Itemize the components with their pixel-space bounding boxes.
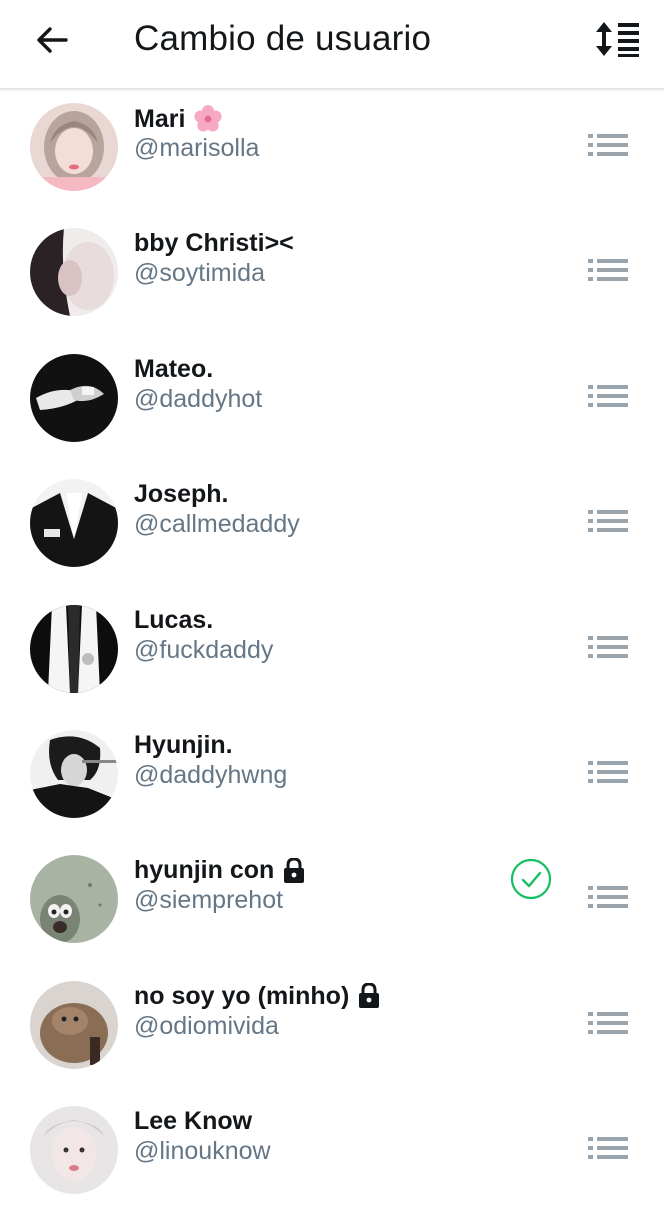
drag-list-icon (588, 1137, 628, 1160)
drag-list-icon (588, 259, 628, 282)
drag-list-icon (588, 384, 628, 407)
back-button[interactable] (28, 18, 76, 62)
drag-list-icon (588, 886, 628, 909)
account-row[interactable]: no soy yo (minho) @odiomivida (0, 968, 664, 1093)
account-row[interactable]: Mari @marisolla (0, 90, 664, 215)
drag-handle[interactable] (584, 755, 632, 789)
account-name: Lucas. (134, 605, 214, 634)
account-handle: @siemprehot (134, 886, 284, 915)
avatar (30, 1106, 118, 1195)
account-name: no soy yo (minho) (134, 982, 381, 1011)
account-name: Hyunjin. (134, 730, 233, 759)
lock-icon (359, 983, 380, 1009)
account-handle: @linouknow (134, 1137, 271, 1166)
account-handle: @soytimida (134, 259, 265, 288)
avatar (30, 353, 118, 442)
account-name: Mari (134, 104, 223, 134)
drag-handle[interactable] (584, 504, 632, 538)
account-handle: @callmedaddy (134, 510, 300, 539)
drag-handle[interactable] (584, 379, 632, 413)
account-list: Mari @marisolla bby Christi>< @soytimida… (0, 90, 664, 1219)
drag-handle[interactable] (584, 253, 632, 287)
account-row[interactable]: Hyunjin. @daddyhwng (0, 717, 664, 842)
lock-icon (284, 857, 305, 883)
account-handle: @daddyhot (134, 384, 263, 413)
drag-handle[interactable] (584, 1006, 632, 1040)
drag-handle[interactable] (584, 128, 632, 162)
account-handle: @daddyhwng (134, 760, 288, 789)
avatar (30, 855, 118, 944)
check-circle-icon (510, 859, 552, 900)
drag-list-icon (588, 134, 628, 156)
drag-list-icon (588, 1011, 628, 1034)
drag-handle[interactable] (584, 630, 632, 664)
avatar (30, 604, 118, 693)
avatar (30, 980, 118, 1069)
drag-list-icon (588, 760, 628, 783)
account-name: Joseph. (134, 480, 229, 509)
drag-list-icon (588, 635, 628, 658)
account-handle: @fuckdaddy (134, 635, 274, 664)
drag-handle[interactable] (584, 1131, 632, 1165)
reorder-button[interactable] (592, 16, 644, 62)
account-name: hyunjin con (134, 856, 306, 885)
account-name: bby Christi>< (134, 229, 294, 258)
top-app-bar: Cambio de usuario (0, 0, 664, 90)
cherry-blossom-emoji-icon (194, 105, 223, 132)
account-handle: @marisolla (134, 134, 260, 162)
page-title: Cambio de usuario (134, 19, 432, 58)
account-row[interactable]: Mateo. @daddyhot (0, 341, 664, 466)
account-row[interactable]: Joseph. @callmedaddy (0, 466, 664, 591)
arrow-left-icon (37, 27, 68, 53)
account-name: Lee Know (134, 1107, 253, 1136)
account-row[interactable]: Lucas. @fuckdaddy (0, 592, 664, 717)
avatar (30, 729, 118, 818)
reorder-sort-icon (596, 22, 639, 57)
account-name: Mateo. (134, 354, 214, 383)
account-row-selected[interactable]: hyunjin con @siemprehot (0, 842, 664, 967)
drag-handle[interactable] (584, 880, 632, 914)
avatar (30, 479, 118, 568)
account-row[interactable]: bby Christi>< @soytimida (0, 215, 664, 340)
avatar (30, 228, 118, 317)
drag-list-icon (588, 510, 628, 533)
avatar (30, 103, 118, 191)
account-handle: @odiomivida (134, 1011, 279, 1040)
